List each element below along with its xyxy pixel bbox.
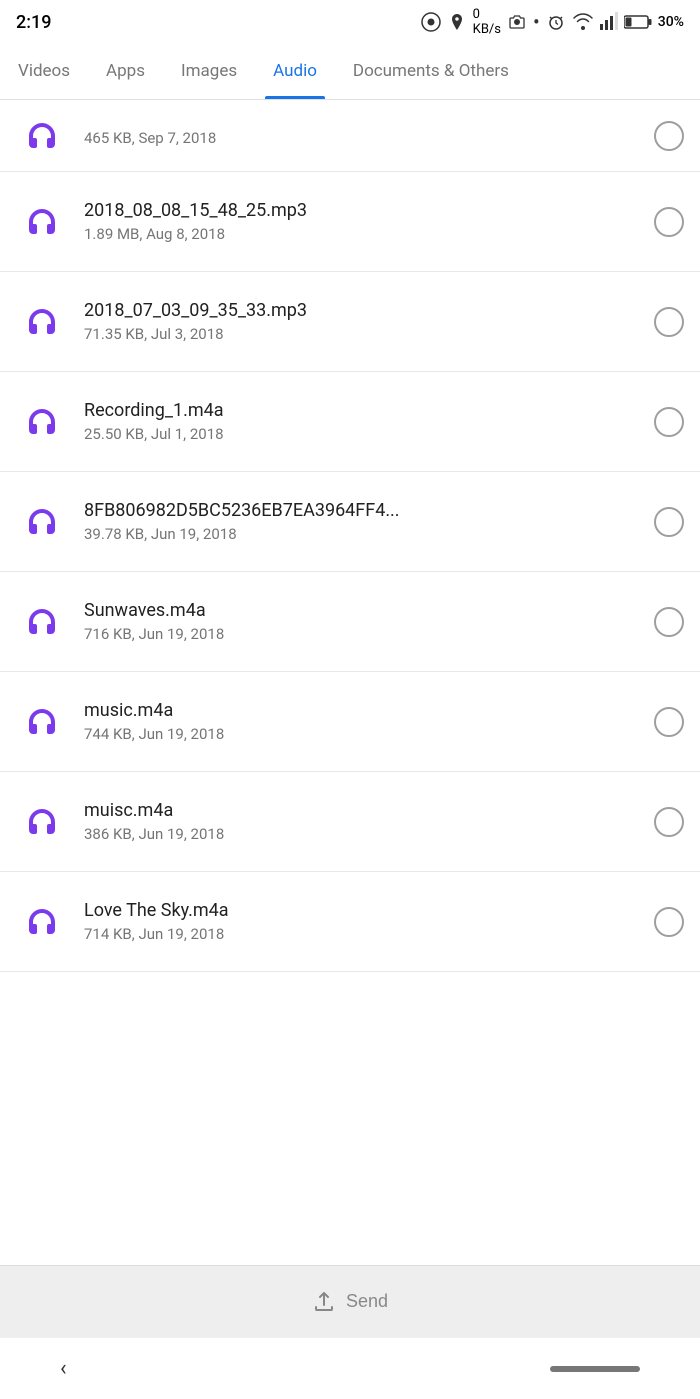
file-meta: 1.89 MB, Aug 8, 2018 bbox=[84, 225, 638, 243]
file-select-checkbox[interactable] bbox=[654, 807, 684, 837]
list-item[interactable]: Sunwaves.m4a 716 KB, Jun 19, 2018 bbox=[0, 572, 700, 672]
audio-file-icon bbox=[16, 596, 68, 648]
file-info: 2018_07_03_09_35_33.mp3 71.35 KB, Jul 3,… bbox=[68, 300, 654, 343]
file-info: muisc.m4a 386 KB, Jun 19, 2018 bbox=[68, 800, 654, 843]
file-select-checkbox[interactable] bbox=[654, 121, 684, 151]
file-select-checkbox[interactable] bbox=[654, 907, 684, 937]
file-select-checkbox[interactable] bbox=[654, 307, 684, 337]
audio-file-icon bbox=[16, 110, 68, 162]
file-name: 2018_08_08_15_48_25.mp3 bbox=[84, 200, 638, 221]
tab-documents[interactable]: Documents & Others bbox=[335, 44, 527, 99]
back-button[interactable]: ‹ bbox=[60, 1356, 67, 1381]
send-button[interactable]: Send bbox=[312, 1290, 388, 1314]
file-name: music.m4a bbox=[84, 700, 638, 721]
audio-file-icon bbox=[16, 896, 68, 948]
file-info: Recording_1.m4a 25.50 KB, Jul 1, 2018 bbox=[68, 400, 654, 443]
home-indicator[interactable] bbox=[550, 1366, 640, 1372]
file-name: Recording_1.m4a bbox=[84, 400, 638, 421]
camera-icon bbox=[507, 12, 527, 32]
file-meta: 39.78 KB, Jun 19, 2018 bbox=[84, 525, 638, 543]
alarm-icon bbox=[546, 12, 566, 32]
list-item[interactable]: 465 KB, Sep 7, 2018 bbox=[0, 100, 700, 172]
battery-icon bbox=[624, 14, 652, 30]
file-info: music.m4a 744 KB, Jun 19, 2018 bbox=[68, 700, 654, 743]
file-meta: 386 KB, Jun 19, 2018 bbox=[84, 825, 638, 843]
list-item[interactable]: Love The Sky.m4a 714 KB, Jun 19, 2018 bbox=[0, 872, 700, 972]
file-select-checkbox[interactable] bbox=[654, 207, 684, 237]
navigation-bar: ‹ bbox=[0, 1337, 700, 1399]
wifi-icon bbox=[572, 12, 594, 32]
tab-images[interactable]: Images bbox=[163, 44, 255, 99]
battery-percent: 30% bbox=[658, 14, 684, 30]
file-select-checkbox[interactable] bbox=[654, 707, 684, 737]
list-item[interactable]: muisc.m4a 386 KB, Jun 19, 2018 bbox=[0, 772, 700, 872]
file-name: 2018_07_03_09_35_33.mp3 bbox=[84, 300, 638, 321]
data-speed: 0KB/s bbox=[473, 7, 501, 37]
file-meta: 744 KB, Jun 19, 2018 bbox=[84, 725, 638, 743]
file-name: 8FB806982D5BC5236EB7EA3964FF4... bbox=[84, 500, 638, 521]
file-info: 2018_08_08_15_48_25.mp3 1.89 MB, Aug 8, … bbox=[68, 200, 654, 243]
file-list: 465 KB, Sep 7, 2018 2018_08_08_15_48_25.… bbox=[0, 100, 700, 1265]
file-meta: 716 KB, Jun 19, 2018 bbox=[84, 625, 638, 643]
list-item[interactable]: music.m4a 744 KB, Jun 19, 2018 bbox=[0, 672, 700, 772]
file-select-checkbox[interactable] bbox=[654, 507, 684, 537]
audio-file-icon bbox=[16, 196, 68, 248]
file-select-checkbox[interactable] bbox=[654, 607, 684, 637]
file-info: Sunwaves.m4a 716 KB, Jun 19, 2018 bbox=[68, 600, 654, 643]
tab-bar: Videos Apps Images Audio Documents & Oth… bbox=[0, 44, 700, 100]
status-icons: 0KB/s • bbox=[421, 7, 684, 37]
maps-icon bbox=[447, 12, 467, 32]
audio-file-icon bbox=[16, 296, 68, 348]
file-meta: 25.50 KB, Jul 1, 2018 bbox=[84, 425, 638, 443]
file-meta: 714 KB, Jun 19, 2018 bbox=[84, 925, 638, 943]
file-name: Sunwaves.m4a bbox=[84, 600, 638, 621]
tab-videos[interactable]: Videos bbox=[0, 44, 88, 99]
audio-file-icon bbox=[16, 496, 68, 548]
chrome-icon bbox=[421, 12, 441, 32]
file-name: Love The Sky.m4a bbox=[84, 900, 638, 921]
list-item[interactable]: 2018_07_03_09_35_33.mp3 71.35 KB, Jul 3,… bbox=[0, 272, 700, 372]
file-meta: 465 KB, Sep 7, 2018 bbox=[84, 129, 638, 147]
tab-audio[interactable]: Audio bbox=[255, 44, 335, 99]
file-info: 465 KB, Sep 7, 2018 bbox=[68, 125, 654, 147]
list-item[interactable]: 8FB806982D5BC5236EB7EA3964FF4... 39.78 K… bbox=[0, 472, 700, 572]
send-label: Send bbox=[346, 1291, 388, 1312]
file-info: 8FB806982D5BC5236EB7EA3964FF4... 39.78 K… bbox=[68, 500, 654, 543]
file-info: Love The Sky.m4a 714 KB, Jun 19, 2018 bbox=[68, 900, 654, 943]
status-time: 2:19 bbox=[16, 12, 51, 33]
audio-file-icon bbox=[16, 796, 68, 848]
file-meta: 71.35 KB, Jul 3, 2018 bbox=[84, 325, 638, 343]
file-name: muisc.m4a bbox=[84, 800, 638, 821]
dot-indicator: • bbox=[533, 10, 540, 34]
send-bar: Send bbox=[0, 1265, 700, 1337]
tab-apps[interactable]: Apps bbox=[88, 44, 163, 99]
audio-file-icon bbox=[16, 696, 68, 748]
status-bar: 2:19 0KB/s • bbox=[0, 0, 700, 44]
list-item[interactable]: 2018_08_08_15_48_25.mp3 1.89 MB, Aug 8, … bbox=[0, 172, 700, 272]
list-item[interactable]: Recording_1.m4a 25.50 KB, Jul 1, 2018 bbox=[0, 372, 700, 472]
file-select-checkbox[interactable] bbox=[654, 407, 684, 437]
audio-file-icon bbox=[16, 396, 68, 448]
signal-icon bbox=[600, 12, 618, 32]
upload-icon bbox=[312, 1290, 336, 1314]
